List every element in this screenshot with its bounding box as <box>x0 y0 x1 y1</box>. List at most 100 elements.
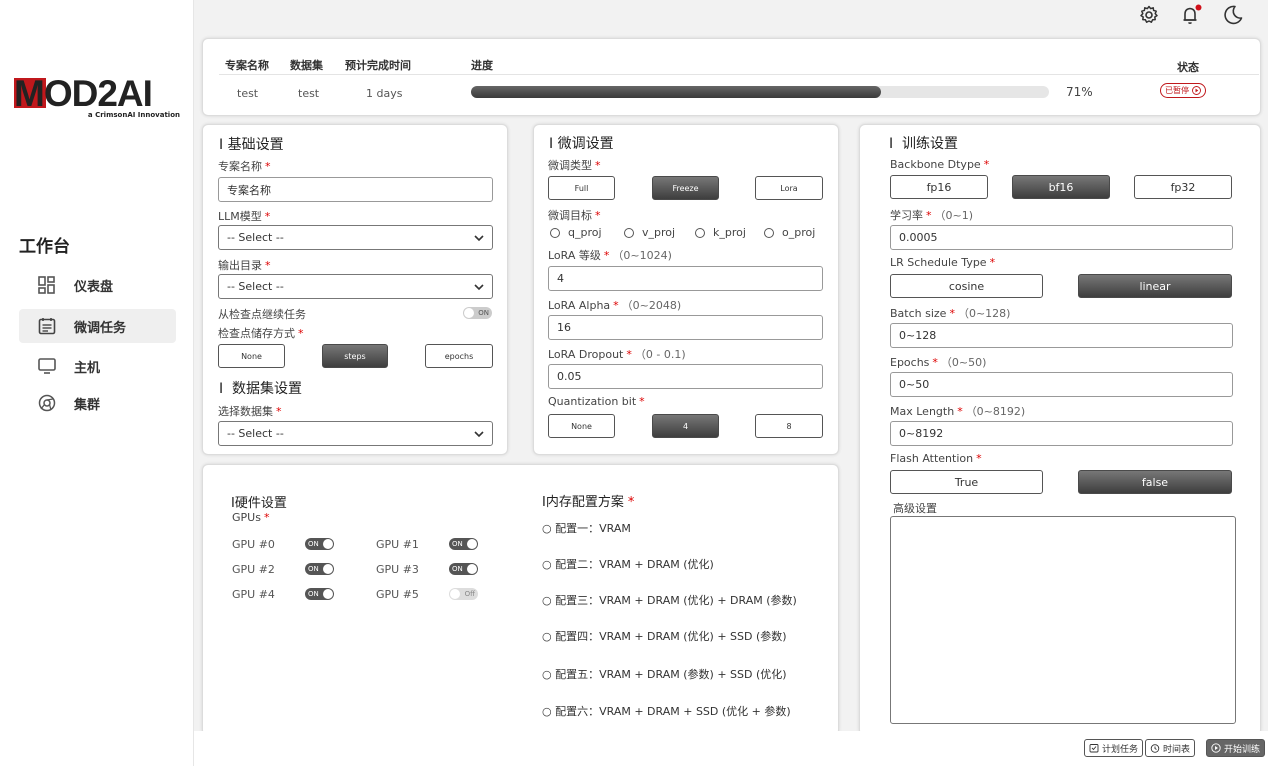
lora-rank-input[interactable]: 4 <box>548 266 823 291</box>
header-progress: 进度 <box>471 59 493 72</box>
moon-icon[interactable] <box>1222 4 1244 26</box>
project-name-input[interactable]: 专案名称 <box>218 177 493 202</box>
progress-track <box>471 86 1049 98</box>
finetune-target-label: 微调目标 * <box>548 209 601 222</box>
sidebar-item-dashboard[interactable]: 仪表盘 <box>19 268 176 302</box>
llm-model-select[interactable]: -- Select -- <box>218 225 493 250</box>
quant-bit-label: Quantization bit * <box>548 395 645 408</box>
dtype-label: Backbone Dtype * <box>890 158 990 171</box>
task-list-icon <box>37 316 57 336</box>
sidebar-item-host[interactable]: 主机 <box>19 349 176 383</box>
gpu-0-label: GPU #0 <box>232 538 275 551</box>
gpu-5-toggle[interactable]: Off <box>449 588 478 600</box>
gpu-4-toggle[interactable]: ON <box>305 588 334 600</box>
bell-icon[interactable] <box>1180 4 1202 26</box>
quant-8-button[interactable]: 8 <box>755 414 823 438</box>
gpu-1-toggle[interactable]: ON <box>449 538 478 550</box>
gpu-4-label: GPU #4 <box>232 588 275 601</box>
dataset-select[interactable]: -- Select -- <box>218 421 493 446</box>
epochs-input[interactable]: 0~50 <box>890 372 1233 397</box>
type-full-button[interactable]: Full <box>548 176 615 200</box>
quant-4-button[interactable]: 4 <box>652 414 719 438</box>
memory-option-4[interactable]: ○ 配置四：VRAM + DRAM (优化) + SSD (参数) <box>542 628 787 644</box>
status-badge[interactable]: 已暂停 <box>1160 83 1206 98</box>
target-v-proj-radio[interactable]: v_proj <box>624 226 675 239</box>
memory-option-5[interactable]: ○ 配置五：VRAM + DRAM (参数) + SSD (优化) <box>542 666 787 682</box>
alarm-clock-icon <box>1150 744 1160 753</box>
advanced-settings-label: 高级设置 <box>893 502 937 515</box>
dashboard-icon <box>37 275 57 295</box>
llm-model-label: LLM模型 * <box>218 210 271 223</box>
gpu-2-toggle[interactable]: ON <box>305 563 334 575</box>
sidebar-item-label: 仪表盘 <box>74 279 114 295</box>
progress-fill <box>471 86 882 98</box>
lr-input[interactable]: 0.0005 <box>890 225 1233 250</box>
checkpoint-none-button[interactable]: None <box>218 344 285 368</box>
brand-logo[interactable]: MOD2AI a CrimsonAI Innovation <box>14 74 184 122</box>
type-lora-button[interactable]: Lora <box>755 176 823 200</box>
memory-option-3[interactable]: ○ 配置三：VRAM + DRAM (优化) + DRAM (参数) <box>542 592 797 608</box>
sidebar-item-finetune[interactable]: 微调任务 <box>19 309 176 343</box>
plan-task-button[interactable]: 计划任务 <box>1084 739 1144 757</box>
target-q-proj-radio[interactable]: q_proj <box>550 226 602 239</box>
resume-toggle[interactable]: ON <box>463 307 492 319</box>
cell-dataset: test <box>298 87 320 100</box>
memory-option-6[interactable]: ○ 配置六：VRAM + DRAM + SSD (优化 + 参数) <box>542 703 791 719</box>
gear-icon[interactable] <box>1138 4 1160 26</box>
play-icon <box>1192 86 1201 95</box>
flash-true-button[interactable]: True <box>890 470 1043 494</box>
output-dir-select[interactable]: -- Select -- <box>218 274 493 299</box>
flash-false-button[interactable]: false <box>1078 470 1232 494</box>
hardware-settings-title: Ι硬件设置 <box>231 496 287 511</box>
project-table: 专案名称 数据集 预计完成时间 进度 状态 test test 1 days 7… <box>202 38 1261 116</box>
header-name: 专案名称 <box>225 59 269 72</box>
play-icon <box>1211 743 1221 753</box>
header-dataset: 数据集 <box>290 59 323 72</box>
advanced-settings-textarea[interactable] <box>890 516 1236 724</box>
dtype-fp16-button[interactable]: fp16 <box>890 175 988 199</box>
sidebar-item-label: 微调任务 <box>74 320 127 336</box>
basic-settings-panel: Ι 基础设置 专案名称 * 专案名称 LLM模型 * -- Select -- 输出… <box>202 124 508 455</box>
checkpoint-steps-button[interactable]: steps <box>322 344 388 368</box>
finetune-type-label: 微调类型 * <box>548 159 601 172</box>
dtype-fp32-button[interactable]: fp32 <box>1134 175 1232 199</box>
notification-dot <box>1195 4 1202 11</box>
checkpoint-method-label: 检查点储存方式 * <box>218 327 304 340</box>
schedule-button[interactable]: 时间表 <box>1145 739 1196 757</box>
sidebar-item-cluster[interactable]: 集群 <box>19 386 176 420</box>
workspace-title: 工作台 <box>19 237 70 257</box>
hardware-memory-panel: Ι硬件设置 GPUs * GPU #0 ON GPU #1 ON GPU #2 O… <box>202 464 839 736</box>
project-name-label: 专案名称 * <box>218 160 271 173</box>
lora-dropout-input[interactable]: 0.05 <box>548 364 823 389</box>
max-length-input[interactable]: 0~8192 <box>890 421 1233 446</box>
schedule-linear-button[interactable]: linear <box>1078 274 1232 298</box>
finetune-settings-panel: Ι 微调设置 微调类型 * Full Freeze Lora 微调目标 * q_pr… <box>533 124 839 455</box>
lr-label: 学习率 * （0~1) <box>890 209 974 222</box>
table-divider <box>219 74 1259 75</box>
dataset-label: 选择数据集 * <box>218 405 282 418</box>
max-length-label: Max Length * （0~8192) <box>890 405 1026 418</box>
quant-none-button[interactable]: None <box>548 414 615 438</box>
lora-alpha-input[interactable]: 16 <box>548 315 823 340</box>
sidebar: MOD2AI a CrimsonAI Innovation 工作台 仪表盘 微调… <box>0 0 194 766</box>
type-freeze-button[interactable]: Freeze <box>652 176 719 200</box>
schedule-cosine-button[interactable]: cosine <box>890 274 1043 298</box>
batch-size-input[interactable]: 0~128 <box>890 323 1233 348</box>
target-k-proj-radio[interactable]: k_proj <box>695 226 746 239</box>
lora-dropout-label: LoRA Dropout * （0 - 0.1) <box>548 348 686 361</box>
memory-option-2[interactable]: ○ 配置二：VRAM + DRAM (优化) <box>542 556 714 572</box>
start-training-button[interactable]: 开始训练 <box>1206 739 1266 757</box>
lora-alpha-label: LoRA Alpha * （0~2048) <box>548 299 682 312</box>
gpu-3-label: GPU #3 <box>376 563 419 576</box>
checkpoint-epochs-button[interactable]: epochs <box>425 344 493 368</box>
epochs-label: Epochs * （0~50) <box>890 356 987 369</box>
memory-config-title: Ι内存配置方案 * <box>542 495 635 510</box>
target-o-proj-radio[interactable]: o_proj <box>764 226 815 239</box>
monitor-icon <box>37 356 57 376</box>
header-status: 状态 <box>1177 61 1199 74</box>
memory-option-1[interactable]: ○ 配置一：VRAM <box>542 520 631 536</box>
chevron-down-icon <box>474 235 484 242</box>
gpu-0-toggle[interactable]: ON <box>305 538 334 550</box>
gpu-3-toggle[interactable]: ON <box>449 563 478 575</box>
dtype-bf16-button[interactable]: bf16 <box>1012 175 1110 199</box>
